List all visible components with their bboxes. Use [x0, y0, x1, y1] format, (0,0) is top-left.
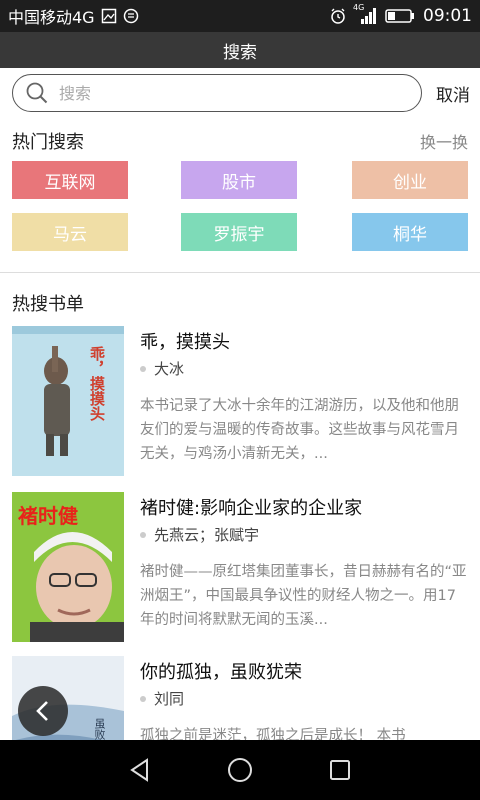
- carrier-label: 中国移动4G: [8, 8, 95, 27]
- chevron-left-icon: [33, 699, 53, 723]
- tag-item[interactable]: 互联网: [12, 161, 128, 199]
- tag-item[interactable]: 罗振宇: [181, 213, 297, 251]
- tag-label: 创业: [393, 172, 427, 193]
- content-area[interactable]: 取消 热门搜索 换一换 互联网 股市 创业 马云 罗振宇 桐华 热搜书单 乖，摸…: [0, 68, 480, 740]
- book-author-name: 大冰: [154, 360, 185, 378]
- nav-recent-button[interactable]: [320, 750, 360, 790]
- circle-home-icon: [226, 756, 254, 784]
- status-right: 4G 09:01: [329, 3, 472, 26]
- navigation-bar: [0, 740, 480, 800]
- alarm-icon: [329, 7, 347, 25]
- cover-title: 乖，摸摸头: [88, 346, 106, 421]
- notification-icon: [123, 8, 139, 24]
- search-box[interactable]: [12, 74, 422, 112]
- tag-item[interactable]: 马云: [12, 213, 128, 251]
- bullet-dot: [140, 365, 146, 372]
- cover-title: 虽败犹荣: [93, 718, 106, 740]
- book-author: 刘同: [140, 688, 184, 709]
- tag-label: 罗振宇: [213, 224, 265, 245]
- book-author: 先燕云；张赋宇: [140, 524, 259, 545]
- back-button[interactable]: [18, 686, 68, 736]
- section-divider: [0, 272, 480, 273]
- book-author-name: 刘同: [154, 690, 185, 708]
- book-author-name: 先燕云；张赋宇: [154, 526, 260, 544]
- book-cover: 乖，摸摸头: [12, 326, 124, 476]
- book-title: 你的孤独，虽败犹荣: [140, 662, 302, 683]
- cancel-button[interactable]: 取消: [436, 81, 470, 106]
- tag-item[interactable]: 创业: [352, 161, 468, 199]
- search-input[interactable]: [59, 83, 379, 103]
- book-item[interactable]: 乖，摸摸头 乖，摸摸头 大冰 本书记录了大冰十余年的江湖游历，以及他和他朋友们的…: [12, 326, 470, 476]
- book-author: 大冰: [140, 358, 184, 379]
- book-description: 褚时健——原红塔集团董事长，昔日赫赫有名的“亚洲烟王”，中国最具争议性的财经人物…: [140, 564, 467, 628]
- status-bar: 中国移动4G 4G 09:01: [0, 0, 480, 32]
- square-recent-icon: [328, 758, 352, 782]
- cover-title: 褚时健: [18, 504, 78, 528]
- title-bar: 搜索: [0, 32, 480, 68]
- tag-label: 股市: [222, 172, 256, 193]
- book-description: 孤独之前是迷茫，孤独之后是成长！ 本书: [140, 728, 406, 740]
- tag-label: 马云: [53, 224, 87, 245]
- nav-back-button[interactable]: [120, 750, 160, 790]
- book-description: 本书记录了大冰十余年的江湖游历，以及他和他朋友们的爱与温暖的传奇故事。这些故事与…: [140, 398, 459, 462]
- signal-icon: 4G: [353, 3, 377, 25]
- bullet-dot: [140, 695, 146, 702]
- tag-item[interactable]: 股市: [181, 161, 297, 199]
- book-item[interactable]: 虽败犹荣 你的孤独，虽败犹荣 刘同 孤独之前是迷茫，孤独之后是成长！ 本书: [12, 656, 470, 740]
- refresh-button[interactable]: 换一换: [420, 129, 468, 153]
- hot-search-header: 热门搜索 换一换: [12, 128, 468, 154]
- book-cover: 褚时健: [12, 492, 124, 642]
- search-row: 取消: [12, 74, 470, 112]
- battery-icon: [385, 8, 415, 24]
- image-icon: [101, 8, 117, 24]
- hot-search-title: 热门搜索: [12, 132, 84, 153]
- book-item[interactable]: 褚时健 褚时健:影响企业家的企业家 先燕云；张赋宇 褚时健——原红塔集团董事长，…: [12, 492, 470, 642]
- network-type-label: 4G: [353, 3, 365, 12]
- tag-label: 互联网: [44, 172, 96, 193]
- search-icon: [25, 81, 49, 105]
- triangle-back-icon: [127, 757, 153, 783]
- nav-home-button[interactable]: [220, 750, 260, 790]
- bullet-dot: [140, 531, 146, 538]
- status-left: 中国移动4G: [8, 4, 139, 28]
- tag-item[interactable]: 桐华: [352, 213, 468, 251]
- page-title: 搜索: [223, 42, 257, 63]
- tag-label: 桐华: [393, 224, 427, 245]
- book-title: 褚时健:影响企业家的企业家: [140, 498, 363, 519]
- clock: 09:01: [423, 6, 472, 26]
- book-list-title: 热搜书单: [12, 294, 84, 315]
- book-title: 乖，摸摸头: [140, 332, 230, 353]
